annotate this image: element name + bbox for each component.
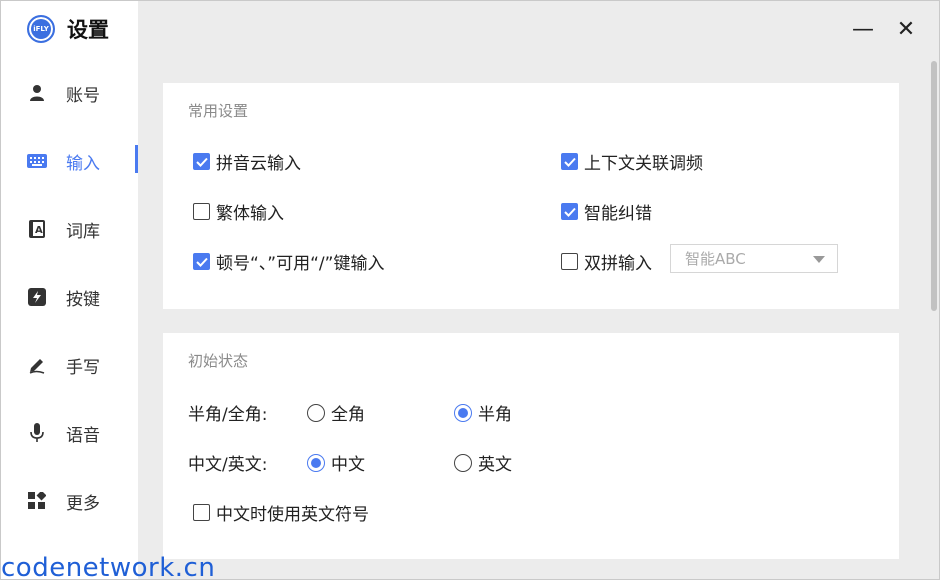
chinese-radio[interactable]: 中文 [307,450,365,475]
close-button[interactable]: ✕ [892,15,920,43]
active-indicator [135,145,138,173]
smart-correct-checkbox[interactable]: 智能纠错 [561,199,652,224]
sidebar-item-handwriting[interactable]: 手写 [1,345,138,385]
radio-selected-icon [454,403,472,422]
sidebar-item-dictionary[interactable]: A 词库 [1,209,138,249]
section-title: 常用设置 [188,102,249,120]
sidebar-item-more[interactable]: 更多 [1,481,138,521]
pinyin-cloud-checkbox[interactable]: 拼音云输入 [193,149,301,174]
sidebar-item-keys[interactable]: 按键 [1,277,138,317]
dictionary-icon: A [27,219,47,239]
sidebar-item-label: 按键 [66,289,100,310]
radio-selected-icon [307,453,325,472]
checkbox-unchecked-icon [193,203,210,220]
scrollbar-thumb[interactable] [931,61,937,311]
lightning-icon [27,287,47,307]
checkbox-checked-icon [193,253,210,270]
sidebar-item-input[interactable]: 输入 [1,141,138,181]
shuangpin-scheme-select[interactable]: 智能ABC [670,244,838,273]
half-width-radio[interactable]: 半角 [454,400,512,425]
keyboard-icon [27,151,47,171]
sidebar-item-label: 账号 [66,85,100,106]
watermark-text: codenetwork.cn [1,553,216,580]
checkbox-unchecked-icon [561,253,578,270]
sidebar: iFLY 设置 账号 输入 A 词库 按键 手写 语音 更多 [1,1,138,579]
pause-mark-checkbox[interactable]: 顿号“、”可用“/”键输入 [193,249,384,274]
sidebar-item-label: 词库 [66,221,100,242]
sidebar-item-label: 更多 [66,493,100,514]
caret-down-icon [813,256,825,263]
user-icon [27,83,47,103]
section-title: 初始状态 [188,352,249,370]
width-mode-label: 半角/全角: [188,405,268,425]
sidebar-item-label: 输入 [66,153,100,174]
english-punct-checkbox[interactable]: 中文时使用英文符号 [193,500,369,525]
minimize-button[interactable]: — [849,15,877,43]
sidebar-item-label: 语音 [66,425,100,446]
settings-window: iFLY 设置 账号 输入 A 词库 按键 手写 语音 更多 — ✕ 常用设置 … [0,0,940,580]
app-logo: iFLY [27,15,55,43]
grid-icon [27,491,47,511]
checkbox-checked-icon [561,203,578,220]
checkbox-checked-icon [561,153,578,170]
common-settings-card: 常用设置 [163,83,899,309]
microphone-icon [27,423,47,443]
svg-text:A: A [35,225,43,236]
full-width-radio[interactable]: 全角 [307,400,365,425]
sidebar-item-account[interactable]: 账号 [1,73,138,113]
radio-unselected-icon [454,453,472,472]
language-mode-label: 中文/英文: [188,455,268,475]
traditional-checkbox[interactable]: 繁体输入 [193,199,284,224]
checkbox-checked-icon [193,153,210,170]
sidebar-item-voice[interactable]: 语音 [1,413,138,453]
app-title: 设置 [67,18,109,42]
shuangpin-checkbox[interactable]: 双拼输入 [561,249,652,274]
app-header: iFLY 设置 [27,14,109,44]
sidebar-item-label: 手写 [66,357,100,378]
radio-unselected-icon [307,403,325,422]
checkbox-unchecked-icon [193,504,210,521]
context-freq-checkbox[interactable]: 上下文关联调频 [561,149,703,174]
english-radio[interactable]: 英文 [454,450,512,475]
pen-icon [27,355,47,375]
initial-state-card: 初始状态 [163,333,899,559]
